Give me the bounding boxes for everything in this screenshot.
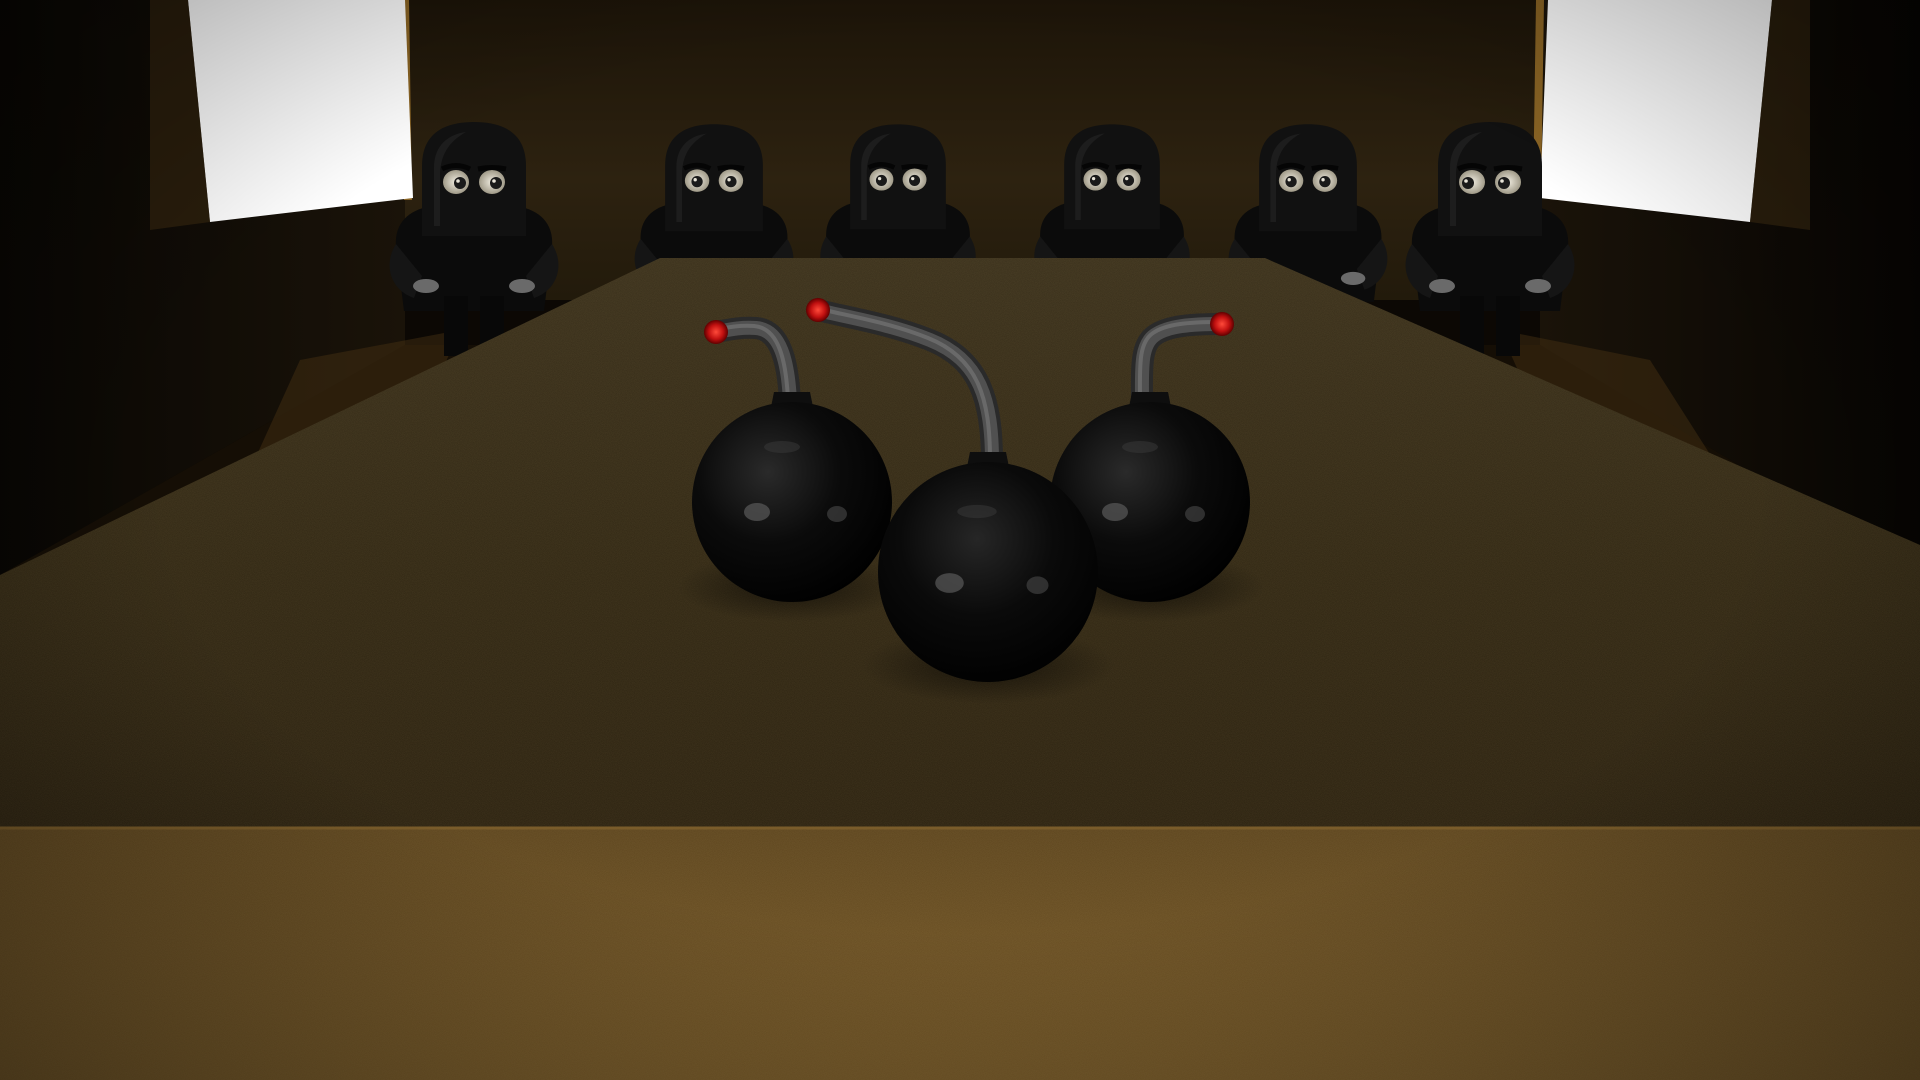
left-window [188,0,413,222]
right-window [1540,0,1772,222]
spark-icon [806,298,830,322]
render-scene [0,0,1920,1080]
spark-icon [704,320,728,344]
scene-canvas [0,0,1920,1080]
bomb-body [692,402,892,602]
bomb-body [878,462,1098,682]
spark-icon [1210,312,1234,336]
